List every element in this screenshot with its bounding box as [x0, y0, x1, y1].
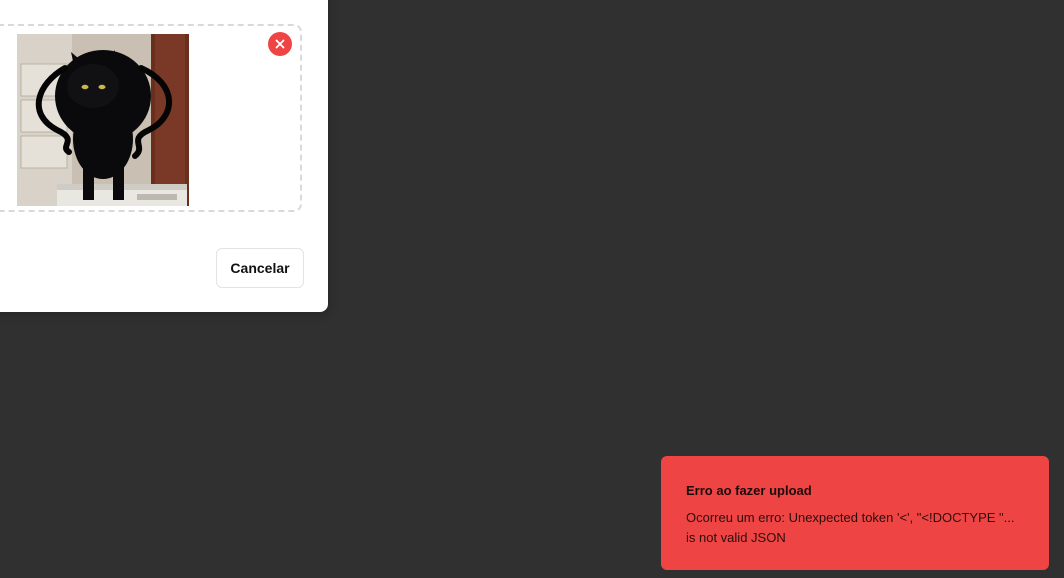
remove-image-button[interactable]	[268, 32, 292, 56]
close-icon	[275, 39, 285, 49]
toast-description: Ocorreu um erro: Unexpected token '<', "…	[686, 510, 1015, 545]
app-stage: Cancelar Erro ao fazer upload Ocorreu um…	[0, 0, 1064, 578]
cat-image	[17, 34, 189, 206]
cancel-button[interactable]: Cancelar	[216, 248, 304, 288]
image-preview	[17, 34, 189, 206]
error-toast: Erro ao fazer upload Ocorreu um erro: Un…	[661, 456, 1049, 570]
upload-dialog: Cancelar	[0, 0, 328, 312]
toast-title: Erro ao fazer upload	[686, 483, 812, 498]
